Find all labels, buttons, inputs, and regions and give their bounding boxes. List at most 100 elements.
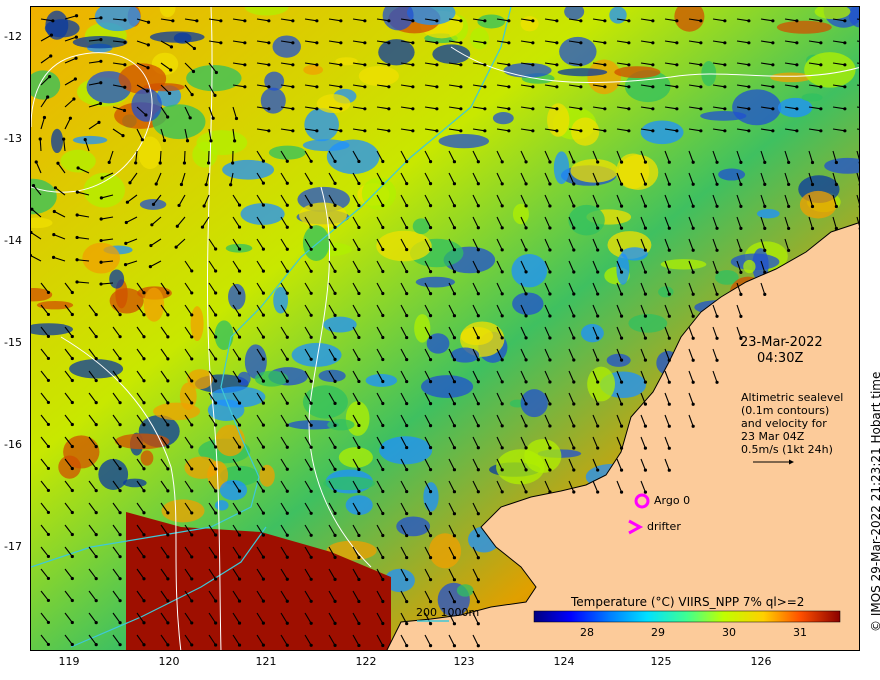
velocity-arrow-head <box>452 204 457 208</box>
sst-patch <box>327 419 355 431</box>
velocity-arrow-head <box>843 107 847 111</box>
velocity-arrow-head <box>357 291 361 296</box>
sst-patch <box>776 20 832 34</box>
velocity-arrow-head <box>507 129 511 133</box>
velocity-arrow-head <box>70 444 74 449</box>
velocity-arrow-head <box>619 468 624 472</box>
velocity-arrow-head <box>261 533 265 537</box>
velocity-arrow-head <box>747 41 751 45</box>
velocity-arrow-head <box>572 468 576 472</box>
velocity-arrow-head <box>405 467 409 472</box>
velocity-arrow-head <box>315 19 319 23</box>
sst-patch <box>69 359 124 379</box>
velocity-arrow-head <box>572 226 576 230</box>
velocity-arrow-head <box>531 19 535 23</box>
velocity-arrow-head <box>507 63 511 67</box>
velocity-arrow-head <box>500 490 504 494</box>
velocity-arrow-head <box>643 182 648 186</box>
latitude-tick: -17 <box>4 540 22 553</box>
velocity-arrow-head <box>261 269 265 273</box>
velocity-arrow-head <box>715 380 719 384</box>
velocity-arrow-head <box>763 204 767 208</box>
velocity-arrow-head <box>94 599 98 603</box>
velocity-arrow-head <box>428 380 433 384</box>
sst-patch <box>268 145 306 160</box>
velocity-arrow-head <box>739 292 743 296</box>
velocity-arrow-head <box>72 97 76 101</box>
velocity-arrow-head <box>667 380 671 384</box>
velocity-arrow-head <box>787 204 791 209</box>
velocity-arrow-head <box>500 248 504 252</box>
velocity-arrow-head <box>435 63 439 67</box>
velocity-arrow-head <box>237 533 242 537</box>
velocity-arrow-head <box>428 204 433 208</box>
velocity-arrow-head <box>200 225 205 229</box>
velocity-arrow-head <box>723 107 727 111</box>
velocity-arrow-head <box>500 402 504 406</box>
velocity-arrow-head <box>142 423 146 427</box>
velocity-arrow-head <box>357 159 361 164</box>
velocity-arrow-head <box>118 335 122 339</box>
velocity-arrow-head <box>619 314 624 318</box>
velocity-arrow-head <box>237 445 242 449</box>
velocity-arrow-head <box>459 129 463 133</box>
velocity-arrow-head <box>357 313 361 318</box>
velocity-arrow-head <box>459 41 463 45</box>
velocity-arrow-head <box>627 19 631 23</box>
velocity-arrow-head <box>387 63 391 67</box>
velocity-arrow-head <box>285 335 289 339</box>
velocity-arrow-head <box>166 467 170 471</box>
velocity-arrow-head <box>381 313 385 318</box>
velocity-arrow-head <box>261 335 265 339</box>
velocity-arrow-head <box>333 467 337 471</box>
velocity-arrow-head <box>428 358 433 362</box>
velocity-arrow-head <box>237 357 242 361</box>
velocity-arrow-head <box>435 85 439 89</box>
velocity-arrow-head <box>651 19 655 23</box>
velocity-arrow-head <box>548 314 552 318</box>
velocity-arrow-head <box>261 621 265 625</box>
longitude-tick: 125 <box>650 655 672 668</box>
velocity-arrow-head <box>643 402 648 406</box>
velocity-arrow-head <box>309 313 313 317</box>
velocity-arrow-head <box>46 532 51 537</box>
velocity-arrow-head <box>46 466 51 471</box>
velocity-arrow-head <box>62 137 66 141</box>
sst-patch <box>378 39 415 66</box>
velocity-arrow-head <box>411 107 415 111</box>
velocity-arrow-head <box>579 85 583 89</box>
velocity-arrow-head <box>524 424 528 428</box>
velocity-arrow-head <box>285 247 289 251</box>
velocity-arrow-head <box>237 621 242 625</box>
velocity-arrow-head <box>548 160 552 164</box>
velocity-arrow-head <box>771 19 775 23</box>
velocity-arrow-head <box>771 41 775 45</box>
velocity-arrow-head <box>572 446 576 450</box>
sst-patch <box>316 94 351 114</box>
velocity-arrow-head <box>166 115 170 119</box>
velocity-arrow-head <box>363 41 367 45</box>
velocity-arrow-head <box>68 116 72 120</box>
latitude-tick: -14 <box>4 234 22 247</box>
velocity-arrow-head <box>70 466 74 471</box>
velocity-arrow-head <box>267 19 271 23</box>
velocity-arrow-head <box>285 291 289 295</box>
velocity-arrow-head <box>309 511 313 515</box>
velocity-arrow-head <box>142 335 146 339</box>
velocity-arrow-head <box>771 107 775 111</box>
velocity-arrow-head <box>619 182 624 186</box>
velocity-arrow-head <box>333 313 337 317</box>
velocity-arrow-head <box>572 358 576 362</box>
velocity-arrow-head <box>627 41 631 45</box>
velocity-arrow-head <box>363 129 367 133</box>
velocity-arrow-head <box>357 621 361 626</box>
velocity-arrow-head <box>405 533 409 538</box>
velocity-arrow-head <box>209 139 213 143</box>
velocity-arrow-head <box>524 292 528 296</box>
sst-patch <box>606 353 631 367</box>
drifter-label: drifter <box>647 520 681 533</box>
velocity-arrow-head <box>524 226 528 230</box>
velocity-arrow-head <box>357 643 361 648</box>
velocity-arrow-head <box>146 43 150 47</box>
velocity-arrow-head <box>154 182 158 186</box>
